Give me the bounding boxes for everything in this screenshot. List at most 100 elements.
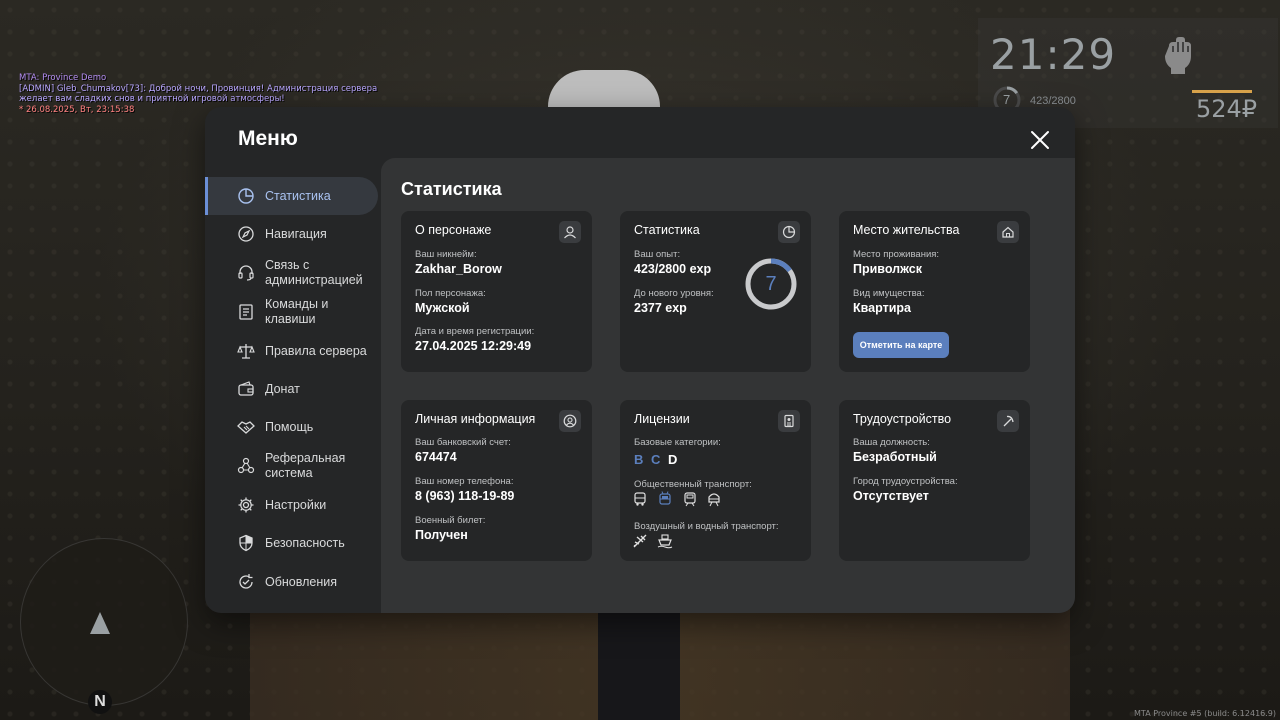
- user-icon: [559, 221, 581, 243]
- card-title: Место жительства: [853, 223, 960, 237]
- phone-value: 8 (963) 118-19-89: [415, 489, 515, 503]
- license-category: B: [634, 452, 644, 467]
- air-water-label: Воздушный и водный транспорт:: [634, 521, 779, 532]
- sidebar-item-security[interactable]: Безопасность: [205, 524, 375, 562]
- bank-label: Ваш банковский счет:: [415, 437, 511, 448]
- shield-icon: [239, 534, 253, 552]
- base-categories-label: Базовые категории:: [634, 437, 721, 448]
- card-residence: Место жительства Место проживания: Приво…: [839, 211, 1030, 372]
- license-category: C: [651, 452, 661, 467]
- card-title: Личная информация: [415, 412, 536, 426]
- bus-icon: [634, 492, 646, 506]
- bank-value: 674474: [415, 450, 457, 464]
- next-level-value: 2377 exp: [634, 301, 687, 315]
- menu-title: Меню: [238, 127, 298, 150]
- ship-icon: [657, 534, 673, 549]
- refresh-icon: [239, 574, 253, 589]
- player-arrow-icon: [90, 612, 110, 634]
- hud-time: 21:29: [990, 30, 1117, 79]
- card-statistics: Статистика Ваш опыт: 423/2800 exp До нов…: [620, 211, 811, 372]
- job-city-label: Город трудоустройства:: [853, 476, 958, 487]
- sidebar-item-settings[interactable]: Настройки: [205, 486, 375, 524]
- sidebar-item-label: Безопасность: [265, 536, 345, 550]
- sidebar-item-label: Связь с администрацией: [265, 258, 363, 287]
- property-label: Вид имущества:: [853, 288, 925, 299]
- sidebar-item-label: Команды и клавиши: [265, 297, 329, 326]
- sidebar-item-label: Статистика: [265, 189, 331, 203]
- character-head: [548, 70, 660, 112]
- character-legs: [598, 610, 680, 720]
- position-label: Ваша должность:: [853, 437, 930, 448]
- metro-icon: [708, 493, 720, 507]
- headset-icon: [238, 265, 254, 281]
- card-title: О персонаже: [415, 223, 492, 237]
- chat-line: [ADMIN] Gleb_Chumakov[73]: Доброй ночи, …: [19, 83, 378, 94]
- sidebar-item-donate[interactable]: Донат: [205, 370, 375, 408]
- wallet-icon: [238, 381, 254, 396]
- card-character: О персонаже Ваш никнейм: Zakhar_Borow По…: [401, 211, 592, 372]
- sidebar-item-commands[interactable]: Команды и клавиши: [205, 293, 375, 331]
- sidebar-item-label: Правила сервера: [265, 344, 367, 358]
- exp-value: 423/2800 exp: [634, 262, 712, 276]
- exp-label: Ваш опыт:: [634, 249, 681, 260]
- military-label: Военный билет:: [415, 515, 486, 526]
- page-title: Статистика: [401, 179, 502, 199]
- pickaxe-icon: [997, 410, 1019, 432]
- scales-icon: [237, 344, 255, 359]
- card-title: Трудоустройство: [853, 412, 952, 426]
- sidebar-item-label: Настройки: [265, 498, 327, 512]
- referral-icon: [237, 457, 255, 474]
- sidebar-item-rules[interactable]: Правила сервера: [205, 332, 375, 370]
- job-city-value: Отсутствует: [853, 489, 929, 503]
- profile-icon: [559, 410, 581, 432]
- next-level-label: До нового уровня:: [634, 288, 714, 299]
- sidebar-item-updates[interactable]: Обновления: [205, 563, 375, 601]
- hud-money-bar: [1192, 90, 1252, 93]
- handshake-icon: [237, 421, 255, 434]
- city-label: Место проживания:: [853, 249, 940, 260]
- sidebar-item-label: Донат: [265, 382, 300, 396]
- card-licenses: Лицензии Базовые категории: B C D Общест…: [620, 400, 811, 561]
- menu-window: Меню Статистика Навигация Связь с админи…: [205, 107, 1075, 613]
- build-info: MTA Province #5 (build: 6.12416.9): [1134, 709, 1276, 718]
- pie-chart-icon: [778, 221, 800, 243]
- tram-icon: [684, 492, 696, 507]
- mark-on-map-button[interactable]: Отметить на карте: [853, 332, 949, 358]
- military-value: Получен: [415, 528, 468, 542]
- sidebar-item-referral[interactable]: Реферальная система: [205, 447, 375, 485]
- card-employment: Трудоустройство Ваша должность: Безработ…: [839, 400, 1030, 561]
- close-icon[interactable]: [1027, 127, 1053, 153]
- trolleybus-icon: [659, 491, 671, 505]
- gender-value: Мужской: [415, 301, 470, 315]
- property-value: Квартира: [853, 301, 911, 315]
- nickname-value: Zakhar_Borow: [415, 262, 502, 276]
- sidebar-item-navigation[interactable]: Навигация: [205, 215, 375, 253]
- content-panel: Статистика О персонаже Ваш никнейм: Zakh…: [381, 158, 1075, 613]
- license-icon: [778, 410, 800, 432]
- sidebar-item-statistics[interactable]: Статистика: [205, 177, 378, 215]
- registration-value: 27.04.2025 12:29:49: [415, 339, 532, 353]
- phone-label: Ваш номер телефона:: [415, 476, 514, 487]
- gear-icon: [238, 497, 254, 513]
- nickname-label: Ваш никнейм:: [415, 249, 477, 260]
- public-transport-label: Общественный транспорт:: [634, 479, 752, 490]
- card-title: Лицензии: [634, 412, 690, 426]
- sidebar-item-admin-contact[interactable]: Связь с администрацией: [205, 254, 375, 292]
- compass-icon: [238, 226, 254, 242]
- chat-line: желает вам сладких снов и приятной игров…: [19, 94, 285, 104]
- home-icon: [997, 221, 1019, 243]
- gender-label: Пол персонажа:: [415, 288, 486, 299]
- hud-exp: 423/2800: [1030, 95, 1076, 107]
- north-indicator: N: [88, 690, 112, 714]
- level-number: 7: [765, 272, 777, 295]
- card-title: Статистика: [634, 223, 700, 237]
- sidebar-item-label: Помощь: [265, 420, 314, 434]
- pie-chart-icon: [238, 188, 254, 204]
- document-icon: [239, 304, 253, 320]
- sidebar-item-help[interactable]: Помощь: [205, 408, 375, 446]
- hud-money: 524₽: [1196, 95, 1258, 123]
- sidebar-item-label: Реферальная система: [265, 451, 346, 480]
- city-value: Приволжск: [853, 262, 922, 276]
- airplane-icon: [633, 534, 647, 548]
- sidebar-item-label: Навигация: [265, 227, 327, 241]
